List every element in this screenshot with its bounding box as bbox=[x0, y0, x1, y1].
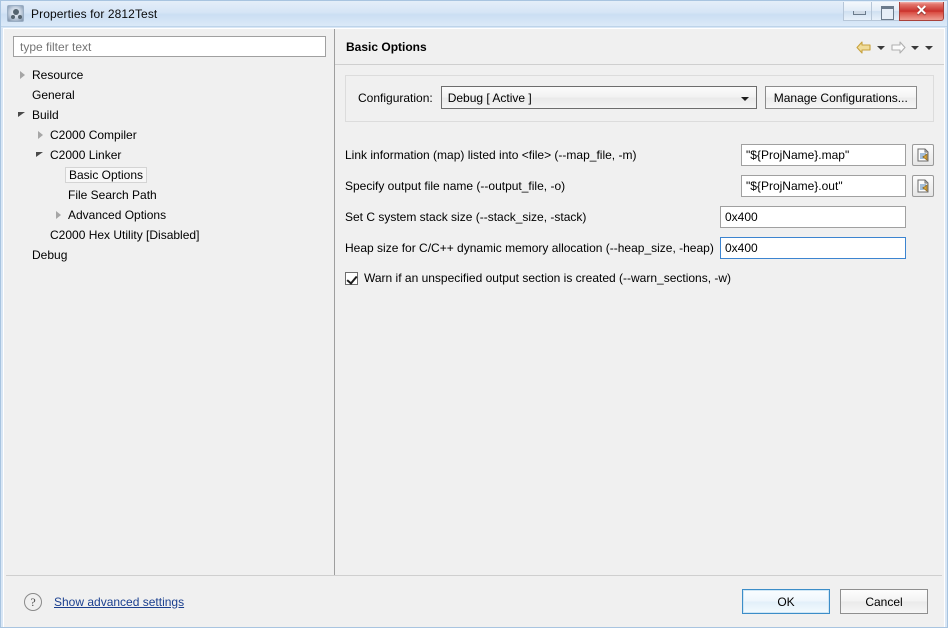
search-input[interactable] bbox=[18, 38, 321, 55]
option-label-1: Specify output file name (--output_file,… bbox=[345, 179, 566, 193]
tree-item-label: Basic Options bbox=[65, 167, 148, 183]
chevron-down-icon[interactable] bbox=[33, 145, 49, 165]
tree-item-label: Build bbox=[32, 108, 59, 122]
window-title: Properties for 2812Test bbox=[31, 6, 158, 21]
option-row-1: Specify output file name (--output_file,… bbox=[345, 175, 934, 197]
tree-item-debug[interactable]: Debug bbox=[13, 245, 326, 265]
tree-item-advanced-options[interactable]: Advanced Options bbox=[13, 205, 326, 225]
page-title: Basic Options bbox=[346, 39, 427, 54]
show-advanced-settings-link[interactable]: Show advanced settings bbox=[54, 595, 742, 609]
maximize-button[interactable] bbox=[871, 2, 900, 21]
configuration-group: Configuration: Debug [ Active ] Manage C… bbox=[345, 75, 934, 122]
option-row-2: Set C system stack size (--stack_size, -… bbox=[345, 206, 934, 228]
option-input-0[interactable] bbox=[741, 144, 906, 166]
tree-item-label: C2000 Linker bbox=[50, 148, 122, 162]
close-button[interactable]: ✕ bbox=[899, 2, 944, 21]
view-menu-chevron-down-icon[interactable] bbox=[922, 37, 936, 57]
option-input-3[interactable] bbox=[720, 237, 906, 259]
configuration-label: Configuration: bbox=[358, 90, 433, 105]
forward-menu-chevron-down-icon[interactable] bbox=[908, 37, 922, 57]
navigation-pane: Resource General Build C2000 Compiler C2000 … bbox=[4, 29, 335, 575]
ok-button[interactable]: OK bbox=[742, 589, 830, 614]
tree-item-label: C2000 Compiler bbox=[50, 128, 137, 142]
forward-arrow-icon[interactable] bbox=[888, 37, 908, 57]
chevron-right-icon[interactable] bbox=[15, 65, 31, 85]
warn-sections-row[interactable]: Warn if an unspecified output section is… bbox=[345, 268, 934, 288]
tree-item-file-search-path[interactable]: File Search Path bbox=[13, 185, 326, 205]
manage-configurations-button[interactable]: Manage Configurations... bbox=[764, 86, 917, 109]
chevron-down-icon[interactable] bbox=[15, 105, 31, 125]
dialog-footer: ? Show advanced settings OK Cancel bbox=[6, 575, 942, 627]
back-menu-chevron-down-icon[interactable] bbox=[874, 37, 888, 57]
tree-item-c2000-compiler[interactable]: C2000 Compiler bbox=[13, 125, 326, 145]
tree-item-c2000-linker[interactable]: C2000 Linker bbox=[13, 145, 326, 165]
chevron-right-icon[interactable] bbox=[51, 205, 67, 225]
chevron-down-icon bbox=[740, 97, 749, 101]
options-list: Link information (map) listed into <file… bbox=[345, 144, 934, 259]
tree-item-label: Debug bbox=[32, 248, 68, 262]
option-label-3: Heap size for C/C++ dynamic memory alloc… bbox=[345, 241, 714, 255]
tree-item-resource[interactable]: Resource bbox=[13, 65, 326, 85]
tree-item-basic-options[interactable]: Basic Options bbox=[13, 165, 326, 185]
page-header: Basic Options bbox=[335, 29, 944, 65]
warn-sections-checkbox[interactable] bbox=[345, 271, 358, 285]
title-bar: Properties for 2812Test ✕ bbox=[1, 1, 947, 27]
navigation-toolbar bbox=[854, 37, 936, 57]
tree-item-label: Resource bbox=[32, 68, 84, 82]
tree-item-label: General bbox=[32, 88, 75, 102]
option-label-2: Set C system stack size (--stack_size, -… bbox=[345, 210, 587, 224]
configuration-row: Configuration: Debug [ Active ] Manage C… bbox=[358, 86, 921, 109]
option-label-0: Link information (map) listed into <file… bbox=[345, 148, 637, 162]
back-arrow-icon[interactable] bbox=[854, 37, 874, 57]
tree-item-general[interactable]: General bbox=[13, 85, 326, 105]
chevron-right-icon[interactable] bbox=[33, 125, 49, 145]
tree-item-label: Advanced Options bbox=[68, 208, 167, 222]
split-container: Resource General Build C2000 Compiler C2000 … bbox=[4, 29, 944, 575]
content-pane: Basic Options Configuration: Debug [Act… bbox=[335, 29, 944, 575]
question-mark-icon[interactable]: ? bbox=[24, 592, 42, 611]
properties-icon bbox=[7, 5, 24, 22]
tree-item-c2000-hex-utility-disabled[interactable]: C2000 Hex Utility [Disabled] bbox=[13, 225, 326, 245]
variables-icon[interactable] bbox=[912, 175, 934, 197]
page-content: Configuration: Debug [ Active ] Manage C… bbox=[335, 65, 944, 575]
configuration-selected-value: Debug [ Active ] bbox=[447, 90, 532, 105]
variables-icon[interactable] bbox=[912, 144, 934, 166]
option-row-3: Heap size for C/C++ dynamic memory alloc… bbox=[345, 237, 934, 259]
option-input-2[interactable] bbox=[720, 206, 906, 228]
tree-item-label: C2000 Hex Utility [Disabled] bbox=[50, 228, 200, 242]
filter-box[interactable] bbox=[13, 36, 326, 57]
configuration-select[interactable]: Debug [ Active ] bbox=[440, 86, 757, 109]
window-controls: ✕ bbox=[843, 2, 944, 21]
warn-sections-label: Warn if an unspecified output section is… bbox=[364, 271, 732, 285]
tree-item-build[interactable]: Build bbox=[13, 105, 326, 125]
cancel-button[interactable]: Cancel bbox=[840, 589, 928, 614]
tree-item-label: File Search Path bbox=[68, 188, 157, 202]
minimize-button[interactable] bbox=[843, 2, 872, 21]
dialog-body: Resource General Build C2000 Compiler C2000 … bbox=[3, 28, 945, 627]
properties-dialog-window: Properties for 2812Test ✕ Resource Genera… bbox=[0, 0, 948, 628]
option-input-1[interactable] bbox=[741, 175, 906, 197]
settings-tree: Resource General Build C2000 Compiler C2000 … bbox=[13, 65, 326, 575]
option-row-0: Link information (map) listed into <file… bbox=[345, 144, 934, 166]
